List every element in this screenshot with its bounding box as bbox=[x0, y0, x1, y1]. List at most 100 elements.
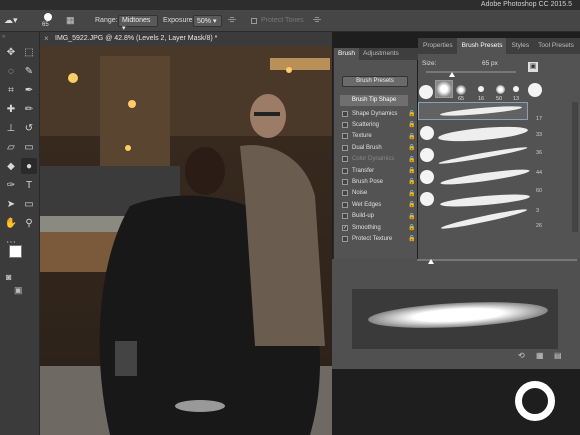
pressure-size-icon[interactable]: ⌯ bbox=[313, 14, 321, 25]
brush-option-row[interactable]: Wet Edges 🔒 bbox=[342, 199, 415, 210]
document-canvas[interactable] bbox=[40, 46, 332, 435]
eyedropper-tool-icon[interactable]: ✒ bbox=[21, 82, 37, 98]
brush-option-checkbox[interactable] bbox=[342, 213, 348, 220]
new-brush-icon[interactable]: ▤ bbox=[554, 351, 562, 360]
brush-stroke-preview-box bbox=[352, 289, 558, 349]
new-preset-icon[interactable]: ▣ bbox=[528, 62, 538, 72]
lock-icon[interactable]: 🔒 bbox=[408, 156, 415, 163]
tab-tool-presets[interactable]: Tool Presets bbox=[533, 38, 578, 54]
lock-icon[interactable]: 🔒 bbox=[408, 190, 415, 197]
grid-icon[interactable]: ▦ bbox=[536, 351, 544, 360]
brush-tip-hard[interactable] bbox=[419, 85, 433, 99]
spacing-slider-handle[interactable] bbox=[428, 259, 434, 264]
brush-option-checkbox[interactable] bbox=[342, 235, 348, 242]
lock-icon[interactable]: 🔒 bbox=[408, 110, 415, 117]
brush-tip-50[interactable] bbox=[496, 85, 505, 94]
exposure-input[interactable]: 50% ▾ bbox=[193, 15, 222, 27]
brush-tip-shape-button[interactable]: Brush Tip Shape bbox=[340, 95, 408, 106]
brush-tip-65[interactable] bbox=[456, 85, 466, 95]
brush-tip-selected[interactable] bbox=[435, 80, 453, 98]
brush-option-checkbox[interactable] bbox=[342, 178, 348, 185]
marquee-tool-icon[interactable]: ⬚ bbox=[21, 44, 37, 60]
brush-option-checkbox[interactable] bbox=[342, 110, 348, 117]
tab-brush[interactable]: Brush bbox=[334, 48, 359, 60]
lock-icon[interactable]: 🔒 bbox=[408, 133, 415, 140]
tab-adjustments[interactable]: Adjustments bbox=[359, 48, 403, 60]
brush-option-checkbox[interactable] bbox=[342, 201, 348, 208]
brush-option-checkbox[interactable] bbox=[342, 190, 348, 197]
brush-presets-button[interactable]: Brush Presets bbox=[342, 76, 408, 87]
lock-icon[interactable]: 🔒 bbox=[408, 201, 415, 208]
lock-icon[interactable]: 🔒 bbox=[408, 167, 415, 174]
size-slider[interactable] bbox=[426, 71, 516, 73]
brush-option-checkbox[interactable] bbox=[342, 167, 348, 174]
airbrush-icon[interactable]: ⌯ bbox=[228, 14, 236, 25]
document-tab[interactable]: × IMG_5922.JPG @ 42.8% (Levels 2, Layer … bbox=[40, 32, 332, 46]
app-title: Adobe Photoshop CC 2015.5 bbox=[480, 1, 572, 8]
gradient-tool-icon[interactable]: ▭ bbox=[21, 139, 37, 155]
tab-brush-presets[interactable]: Brush Presets bbox=[456, 38, 507, 54]
eraser-tool-icon[interactable]: ▱ bbox=[3, 139, 19, 155]
lasso-tool-icon[interactable]: ◌ bbox=[3, 63, 19, 79]
collapse-icon[interactable]: » bbox=[2, 34, 5, 40]
brush-tip-13[interactable] bbox=[513, 86, 519, 92]
brush-option-checkbox[interactable] bbox=[342, 121, 348, 128]
brush-tool-icon[interactable]: ✏ bbox=[21, 101, 37, 117]
screen-mode-icon[interactable]: ▣ bbox=[14, 285, 23, 296]
clone-stamp-tool-icon[interactable]: ⊥ bbox=[3, 120, 19, 136]
brush-option-row[interactable]: Color Dynamics 🔒 bbox=[342, 154, 415, 165]
brush-option-row[interactable]: Scattering 🔒 bbox=[342, 119, 415, 130]
side-num: 60 bbox=[536, 188, 543, 194]
healing-tool-icon[interactable]: ✚ bbox=[3, 101, 19, 117]
scrollbar[interactable] bbox=[572, 102, 578, 232]
brush-option-checkbox[interactable] bbox=[342, 156, 348, 163]
toggle-preview-icon[interactable]: ⟲ bbox=[518, 351, 525, 360]
tool-preset-picker[interactable]: ☁▾ bbox=[4, 15, 26, 27]
path-select-tool-icon[interactable]: ➤ bbox=[3, 196, 19, 212]
history-brush-tool-icon[interactable]: ↺ bbox=[21, 120, 37, 136]
brush-panel-toggle-icon[interactable]: ▦ bbox=[66, 15, 78, 27]
brush-option-row[interactable]: Protect Texture 🔒 bbox=[342, 233, 415, 244]
size-slider-handle[interactable] bbox=[449, 72, 455, 77]
lock-icon[interactable]: 🔒 bbox=[408, 213, 415, 220]
brush-option-row[interactable]: Noise 🔒 bbox=[342, 188, 415, 199]
lock-icon[interactable]: 🔒 bbox=[408, 224, 415, 231]
brush-option-row[interactable]: Shape Dynamics 🔒 bbox=[342, 108, 415, 119]
tab-styles[interactable]: Styles bbox=[506, 38, 533, 54]
brush-stroke-preview bbox=[437, 124, 529, 144]
foreground-color-swatch[interactable] bbox=[9, 245, 22, 258]
brush-option-row[interactable]: Texture 🔒 bbox=[342, 131, 415, 142]
pen-tool-icon[interactable]: ✑ bbox=[3, 177, 19, 193]
hand-tool-icon[interactable]: ✋ bbox=[3, 215, 19, 231]
range-select[interactable]: Midtones ▾ bbox=[118, 15, 158, 32]
lock-icon[interactable]: 🔒 bbox=[408, 178, 415, 185]
brush-option-row[interactable]: Transfer 🔒 bbox=[342, 165, 415, 176]
brush-tip-16[interactable] bbox=[478, 86, 484, 92]
quick-mask-icon[interactable]: ◙ bbox=[6, 272, 11, 282]
brush-tip-large[interactable] bbox=[528, 83, 542, 97]
crop-tool-icon[interactable]: ⌗ bbox=[3, 82, 19, 98]
blur-tool-icon[interactable]: ◆ bbox=[3, 158, 19, 174]
brush-option-row[interactable]: Dual Brush 🔒 bbox=[342, 142, 415, 153]
brush-option-row[interactable]: ✓ Smoothing 🔒 bbox=[342, 222, 415, 233]
lock-icon[interactable]: 🔒 bbox=[408, 235, 415, 242]
brush-option-row[interactable]: Build-up 🔒 bbox=[342, 211, 415, 222]
brush-option-checkbox[interactable]: ✓ bbox=[342, 224, 348, 231]
lock-icon[interactable]: 🔒 bbox=[408, 144, 415, 151]
brush-option-checkbox[interactable] bbox=[342, 133, 348, 140]
rectangle-tool-icon[interactable]: ▭ bbox=[21, 196, 37, 212]
close-icon[interactable]: × bbox=[44, 34, 49, 43]
lock-icon[interactable]: 🔒 bbox=[408, 121, 415, 128]
move-tool-icon[interactable]: ✥ bbox=[3, 44, 19, 60]
brush-option-row[interactable]: Brush Pose 🔒 bbox=[342, 176, 415, 187]
zoom-tool-icon[interactable]: ⚲ bbox=[21, 215, 37, 231]
spacing-slider[interactable] bbox=[417, 259, 577, 261]
quick-select-tool-icon[interactable]: ✎ bbox=[21, 63, 37, 79]
brush-option-label: Brush Pose bbox=[352, 178, 384, 185]
brush-option-checkbox[interactable] bbox=[342, 144, 348, 151]
tab-properties[interactable]: Properties bbox=[418, 38, 457, 54]
dodge-tool-icon[interactable]: ● bbox=[21, 158, 37, 174]
type-tool-icon[interactable]: T bbox=[21, 177, 37, 193]
brush-picker[interactable]: 65 bbox=[38, 12, 60, 30]
protect-tones-checkbox[interactable] bbox=[251, 18, 257, 24]
